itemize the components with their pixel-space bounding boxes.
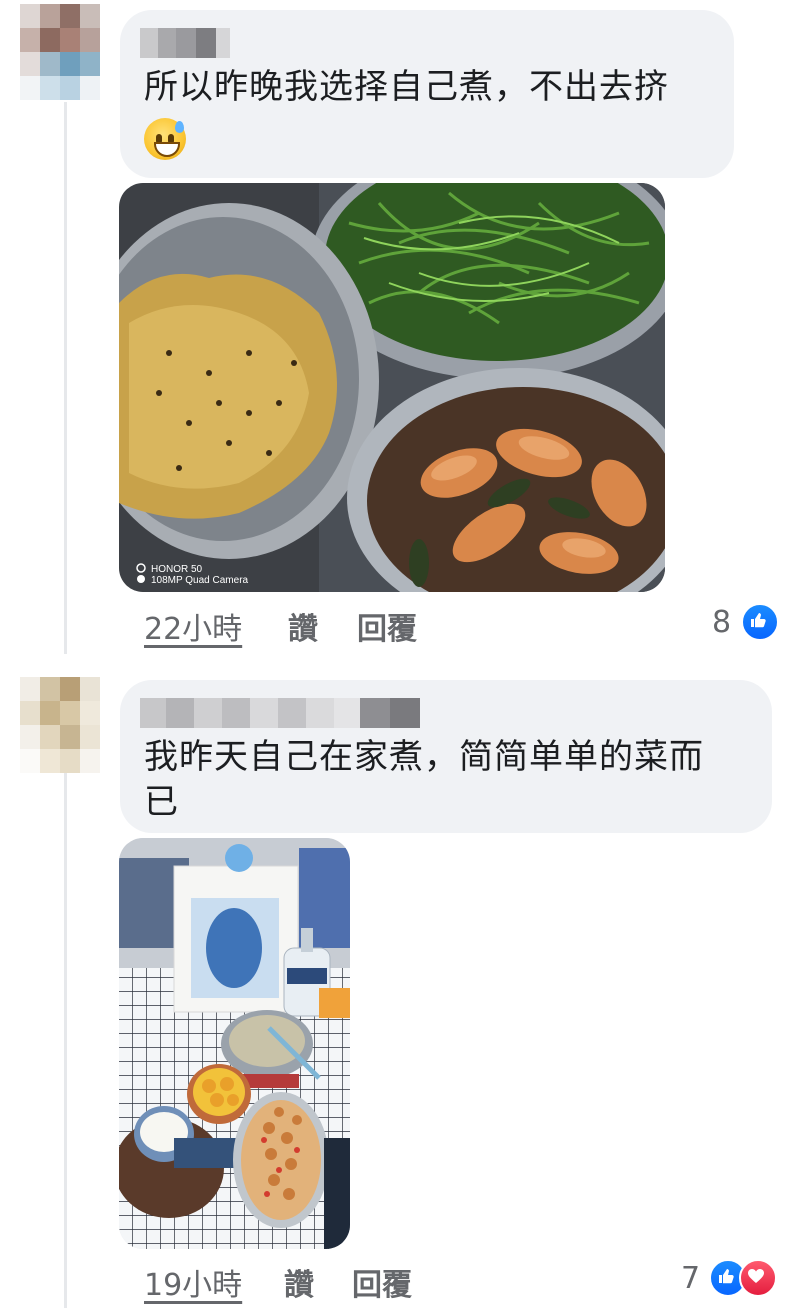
- comment-meta: 19小時 讚 回覆: [144, 1260, 412, 1304]
- avatar[interactable]: [20, 677, 100, 773]
- comment-photo[interactable]: [119, 838, 350, 1249]
- love-icon[interactable]: [739, 1259, 777, 1297]
- comment-text-line-1: 我昨天自己在家煮，简简单单的菜而: [144, 737, 704, 777]
- like-button[interactable]: 讚: [284, 1260, 314, 1304]
- reaction-count[interactable]: 7: [681, 1261, 700, 1296]
- commenter-name[interactable]: [140, 28, 230, 58]
- dinner-table-photo-illustration: [119, 838, 350, 1249]
- comment-meta: 22小時 讚 回覆: [144, 604, 417, 648]
- comment-text: 所以昨晚我选择自己煮，不出去挤: [144, 67, 669, 107]
- avatar[interactable]: [20, 4, 100, 100]
- comment-photo[interactable]: HONOR 50 108MP Quad Camera: [119, 183, 665, 592]
- reply-button[interactable]: 回覆: [352, 1260, 412, 1304]
- comment-text-line-2: 已: [144, 782, 179, 822]
- timestamp-link[interactable]: 22小時: [144, 612, 242, 647]
- reply-button[interactable]: 回覆: [357, 604, 417, 648]
- like-icon[interactable]: [741, 603, 779, 641]
- camera-watermark-model: HONOR 50: [151, 564, 203, 575]
- camera-watermark-spec: 108MP Quad Camera: [151, 575, 249, 586]
- thread-line: [64, 102, 67, 654]
- timestamp-link[interactable]: 19小時: [144, 1268, 242, 1303]
- sweat-smile-emoji: [144, 118, 186, 160]
- food-photo-illustration: HONOR 50 108MP Quad Camera: [119, 183, 665, 592]
- like-button[interactable]: 讚: [288, 604, 318, 648]
- reaction-count[interactable]: 8: [712, 605, 731, 640]
- commenter-name[interactable]: [140, 698, 420, 728]
- thread-line: [64, 770, 67, 1308]
